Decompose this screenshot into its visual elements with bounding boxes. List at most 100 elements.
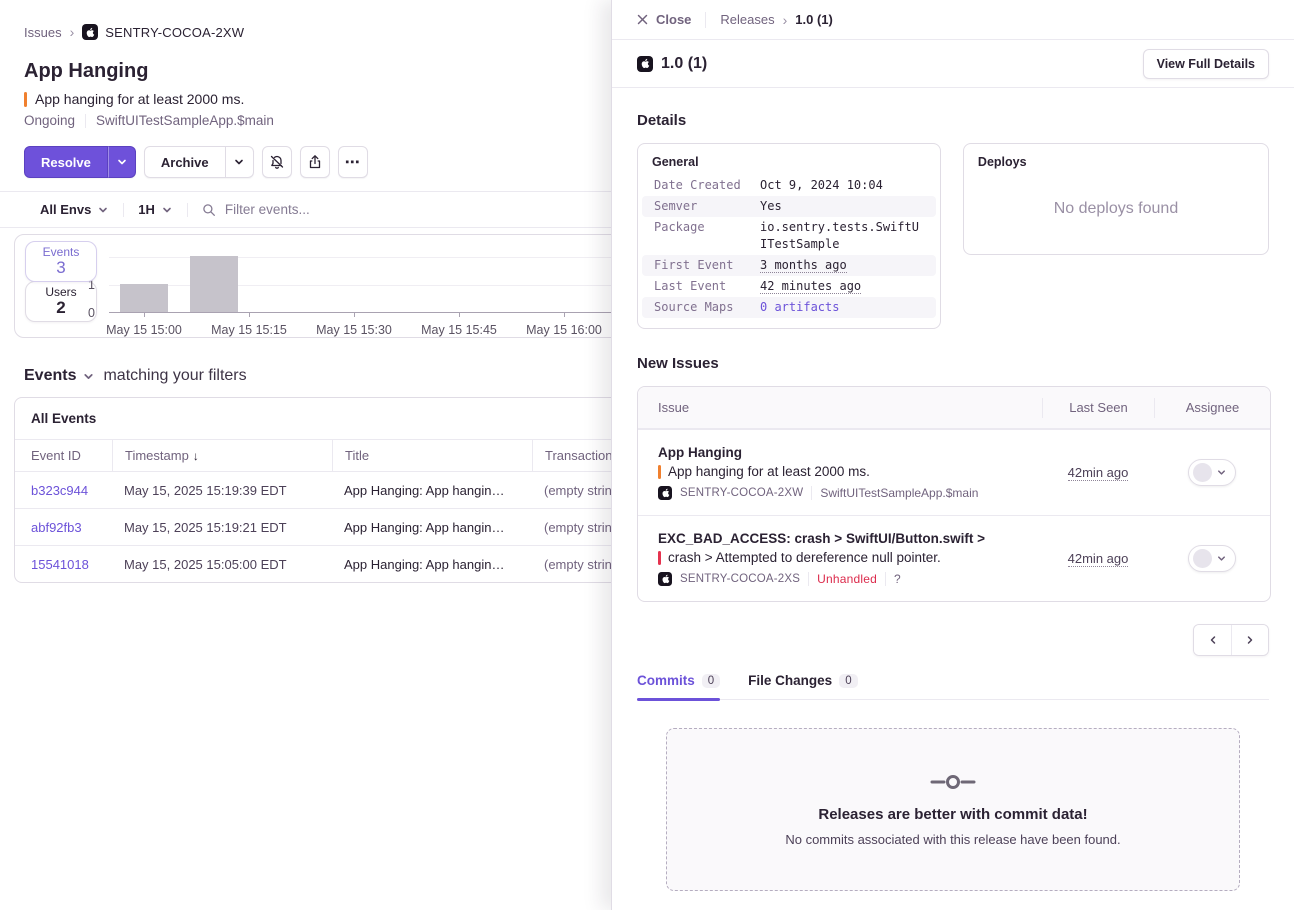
share-button[interactable]: [300, 146, 330, 178]
chevron-down-icon: [1216, 553, 1227, 564]
drawer-close-button[interactable]: Close: [637, 12, 691, 27]
previous-page-button[interactable]: [1194, 625, 1231, 655]
deploys-empty-text: No deploys found: [978, 175, 1254, 243]
search-icon: [202, 203, 216, 217]
events-stat-value: 3: [56, 259, 65, 278]
issue-title-link[interactable]: App Hanging: [658, 445, 1034, 460]
chevron-right-icon: [1244, 634, 1256, 646]
issue-transaction: SwiftUITestSampleApp.$main: [96, 113, 274, 128]
issue-short-id: SENTRY-COCOA-2XS: [680, 573, 800, 585]
details-heading: Details: [637, 112, 1269, 129]
apple-platform-icon: [82, 24, 98, 40]
detail-row: Source Maps 0 artifacts: [642, 297, 936, 318]
new-issue-row: EXC_BAD_ACCESS: crash > SwiftUI/Button.s…: [638, 515, 1270, 601]
archive-button[interactable]: Archive: [144, 146, 226, 178]
event-id-link[interactable]: 15541018: [31, 557, 89, 572]
new-issues-heading: New Issues: [637, 355, 1269, 372]
last-seen-time: 42min ago: [1068, 551, 1129, 567]
event-title: App Hanging: App hangin…: [332, 520, 532, 535]
x-axis-tick: [459, 313, 460, 317]
chevron-down-icon: [97, 204, 109, 216]
details-grid: General Date Created Oct 9, 2024 10:04 S…: [637, 143, 1269, 329]
general-card: General Date Created Oct 9, 2024 10:04 S…: [637, 143, 941, 329]
environment-filter[interactable]: All Envs: [40, 202, 109, 217]
chevron-right-icon: ›: [783, 13, 788, 27]
issue-transaction: SwiftUITestSampleApp.$main: [820, 486, 978, 500]
assignee-dropdown[interactable]: [1188, 459, 1236, 486]
assignee-dropdown[interactable]: [1188, 545, 1236, 572]
release-title-row: 1.0 (1) View Full Details: [612, 40, 1294, 88]
resolve-dropdown-button[interactable]: [108, 146, 136, 178]
filter-events-input[interactable]: [225, 202, 485, 217]
avatar: [1193, 549, 1212, 568]
release-version: 1.0 (1): [661, 55, 707, 73]
event-id-link[interactable]: abf92fb3: [31, 520, 82, 535]
tab-file-changes-label: File Changes: [748, 673, 832, 688]
level-indicator: [24, 92, 27, 107]
apple-platform-icon: [658, 486, 672, 500]
archive-dropdown-button[interactable]: [226, 146, 254, 178]
artifacts-link[interactable]: 0 artifacts: [760, 300, 839, 314]
last-event-relative-time: 42 minutes ago: [760, 279, 861, 294]
drawer-header: Close Releases › 1.0 (1): [612, 0, 1294, 40]
tab-commits-label: Commits: [637, 673, 695, 688]
release-drawer: Close Releases › 1.0 (1) 1.0 (1) View Fu…: [611, 0, 1294, 910]
chevron-down-icon: [161, 204, 173, 216]
close-label: Close: [656, 12, 691, 27]
event-timestamp: May 15, 2025 15:19:21 EDT: [112, 520, 332, 535]
divider: [808, 572, 809, 586]
next-page-button[interactable]: [1231, 625, 1268, 655]
release-crumb-current: 1.0 (1): [795, 12, 833, 27]
unhandled-tag: Unhandled: [817, 572, 877, 586]
breadcrumb-short-id: SENTRY-COCOA-2XW: [105, 25, 244, 40]
drawer-breadcrumb: Releases › 1.0 (1): [720, 12, 832, 27]
event-timestamp: May 15, 2025 15:19:39 EDT: [112, 483, 332, 498]
x-axis-tick: [249, 313, 250, 317]
column-timestamp[interactable]: Timestamp↓: [112, 440, 332, 471]
events-heading-suffix: matching your filters: [103, 367, 246, 385]
view-full-details-button[interactable]: View Full Details: [1143, 49, 1269, 79]
event-title: App Hanging: App hangin…: [332, 483, 532, 498]
issue-message-text: App hanging for at least 2000 ms.: [35, 91, 244, 107]
divider: [85, 114, 86, 128]
avatar: [1193, 463, 1212, 482]
divider: [123, 203, 124, 217]
event-id-link[interactable]: b323c944: [31, 483, 88, 498]
deploys-card: Deploys No deploys found: [963, 143, 1269, 255]
more-actions-button[interactable]: ⋯: [338, 146, 368, 178]
events-stat-toggle[interactable]: Events 3: [25, 241, 97, 282]
mute-button[interactable]: [262, 146, 292, 178]
new-issues-table: Issue Last Seen Assignee App Hanging App…: [637, 386, 1271, 602]
x-axis-tick: [144, 313, 145, 317]
general-card-title: General: [640, 155, 938, 175]
divider: [187, 203, 188, 217]
event-count-bar: [190, 256, 238, 312]
breadcrumb-issues-link[interactable]: Issues: [24, 25, 62, 40]
last-seen-time: 42min ago: [1068, 465, 1129, 481]
issue-title-link[interactable]: EXC_BAD_ACCESS: crash > SwiftUI/Button.s…: [658, 531, 1034, 546]
time-period-filter[interactable]: 1H: [138, 202, 173, 217]
pagination: [637, 624, 1269, 656]
first-event-relative-time: 3 months ago: [760, 258, 847, 273]
x-axis-label: May 15 16:00: [512, 323, 616, 337]
detail-row: Package io.sentry.tests.SwiftUITestSampl…: [642, 217, 936, 255]
resolve-button[interactable]: Resolve: [24, 146, 108, 178]
issue-message-text: crash > Attempted to dereference null po…: [668, 550, 941, 565]
releases-crumb-link[interactable]: Releases: [720, 12, 774, 27]
tab-commits[interactable]: Commits 0: [637, 673, 720, 699]
level-indicator: [658, 551, 661, 565]
upload-icon: [307, 154, 323, 170]
events-heading-label: Events: [24, 367, 76, 385]
events-stat-label: Events: [43, 245, 80, 259]
divider: [811, 486, 812, 500]
deploys-card-title: Deploys: [978, 155, 1254, 175]
column-last-seen: Last Seen: [1042, 398, 1154, 418]
events-dropdown-trigger[interactable]: [82, 370, 95, 383]
file-changes-count-badge: 0: [839, 674, 857, 688]
event-timestamp: May 15, 2025 15:05:00 EDT: [112, 557, 332, 572]
x-axis-label: May 15 15:30: [302, 323, 406, 337]
tab-file-changes[interactable]: File Changes 0: [748, 673, 857, 699]
sort-desc-icon: ↓: [193, 449, 199, 463]
empty-state-subtitle: No commits associated with this release …: [785, 832, 1120, 847]
sentry-app: Issues › SENTRY-COCOA-2XW App Hanging Ap…: [0, 0, 1294, 910]
